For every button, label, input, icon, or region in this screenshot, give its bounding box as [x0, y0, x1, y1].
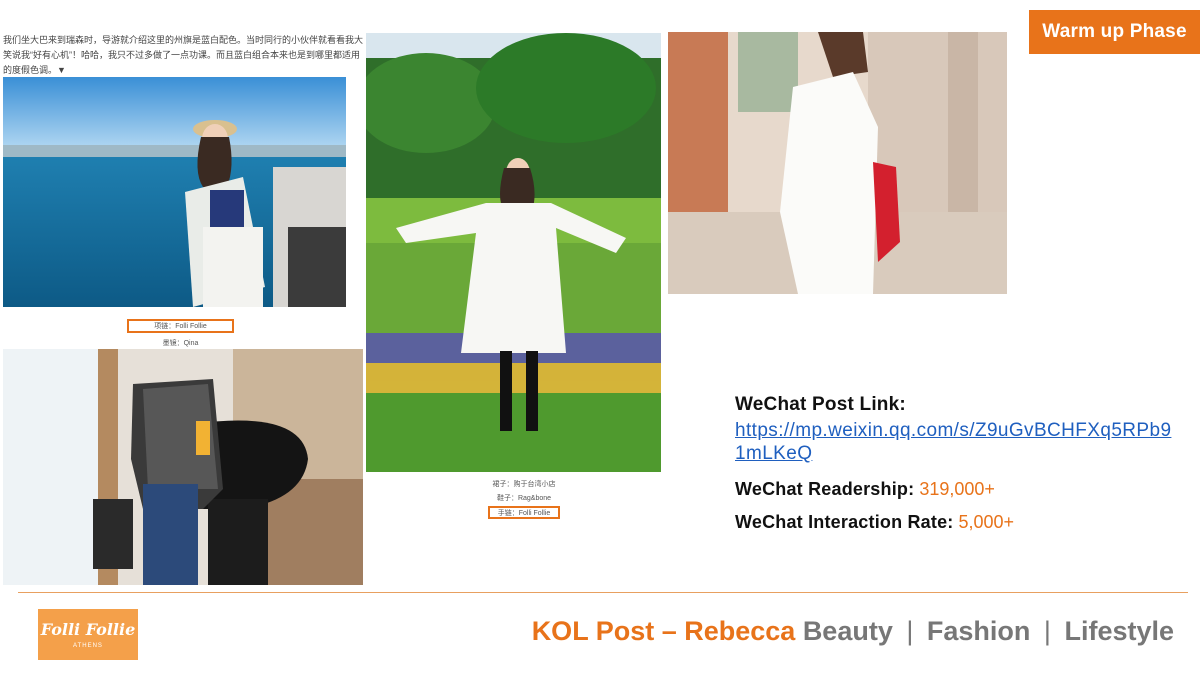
wechat-interaction-value: 5,000+ [958, 512, 1015, 532]
footer-separator: | [1043, 616, 1051, 646]
footer-divider [18, 592, 1188, 593]
footer-category-beauty: Beauty [802, 616, 893, 646]
logo-city: ATHENS [73, 643, 103, 649]
wechat-post-link-label: WeChat Post Link: [735, 394, 906, 415]
wechat-readership-label: WeChat Readership: [735, 479, 915, 499]
footer-category-fashion: Fashion [926, 616, 1031, 646]
wechat-readership: WeChat Readership: 319,000+ [735, 479, 1180, 500]
caption-sunglasses: 墨镜：Qina [162, 340, 199, 347]
logo-name: Folli Follie [40, 620, 136, 639]
caption-necklace-highlight: 项链：Folli Follie [127, 319, 234, 333]
wechat-post-link[interactable]: https://mp.weixin.qq.com/s/Z9uGvBCHFXq5R… [735, 419, 1180, 465]
wechat-interaction: WeChat Interaction Rate: 5,000+ [735, 512, 1180, 533]
photo-red-bag [668, 32, 1007, 294]
warm-up-phase-badge: Warm up Phase [1029, 10, 1200, 54]
folli-follie-logo: Folli Follie ATHENS [38, 609, 138, 660]
wechat-interaction-label: WeChat Interaction Rate: [735, 512, 954, 532]
caption-dress: 裙子：购于台湾小店 [492, 481, 556, 488]
caption-bracelet-highlight: 手链：Folli Follie [488, 506, 560, 519]
photo-flower-field [366, 33, 661, 472]
photo-lake-boat [3, 77, 346, 307]
wechat-readership-value: 319,000+ [919, 479, 995, 499]
footer-separator: | [906, 616, 914, 646]
footer-title: KOL Post – Rebecca Beauty | Fashion | Li… [532, 616, 1174, 647]
photo-piano [3, 349, 363, 585]
footer-kol: KOL Post – Rebecca [531, 616, 796, 646]
intro-paragraph: 我们坐大巴来到瑞森时，导游就介绍这里的州旗是蓝白配色。当时同行的小伙伴就看看我大… [3, 35, 364, 75]
footer-category-lifestyle: Lifestyle [1064, 616, 1174, 646]
caption-shoes: 鞋子：Rag&bone [496, 495, 552, 502]
wechat-info-block: WeChat Post Link: https://mp.weixin.qq.c… [735, 394, 1180, 533]
